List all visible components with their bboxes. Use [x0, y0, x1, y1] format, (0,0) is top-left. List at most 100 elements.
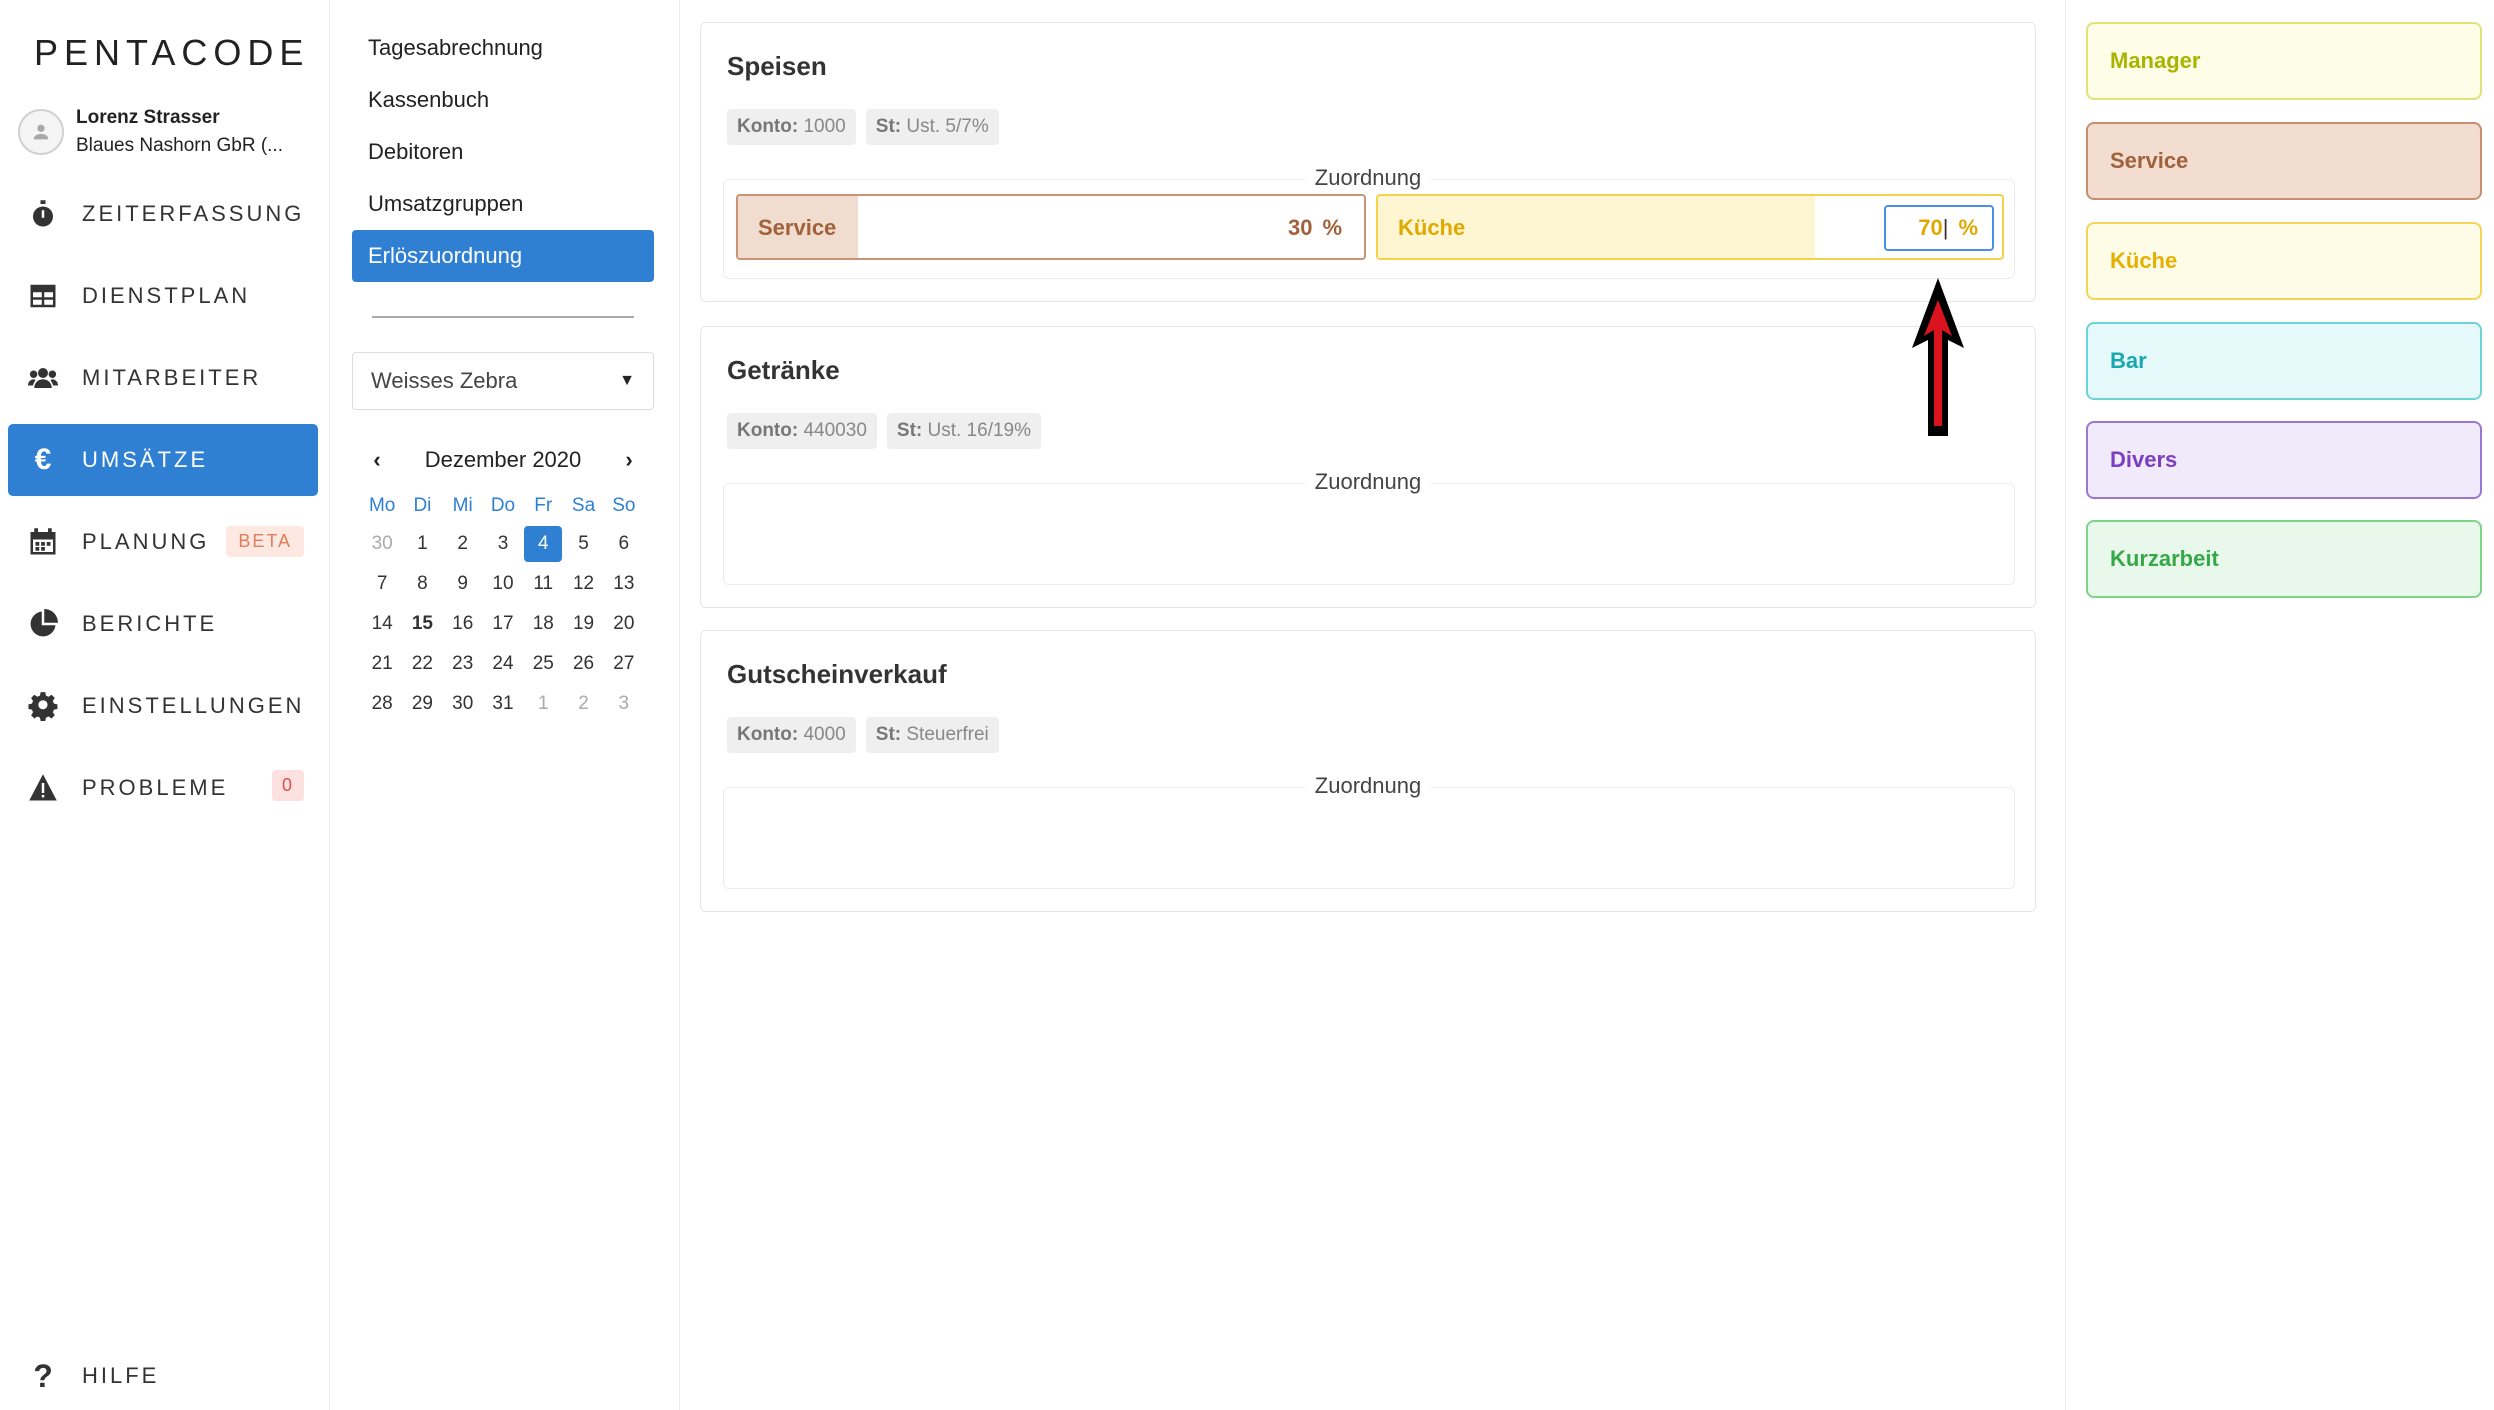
weekday-header: Mi [452, 495, 473, 516]
question-icon: ? [33, 1357, 53, 1394]
allocation-area[interactable] [723, 787, 2015, 889]
calendar-day[interactable]: 3 [483, 524, 523, 564]
subnav-item-erloeszuordnung[interactable]: Erlöszuordnung [352, 230, 654, 282]
calendar-day[interactable]: 17 [483, 604, 523, 644]
calendar-day[interactable]: 3 [604, 684, 644, 724]
subnav-item-umsatzgruppen[interactable]: Umsatzgruppen [352, 178, 654, 230]
revenue-group-card-speisen: Speisen Konto: 1000 St: Ust. 5/7% Servic… [700, 22, 2036, 302]
calendar-day[interactable]: 9 [443, 564, 483, 604]
group-chip-manager[interactable]: Manager [2086, 22, 2482, 100]
main-navigation: PENTACODE Lorenz Strasser Blaues Nashorn… [0, 0, 330, 1410]
calendar-day[interactable]: 24 [483, 644, 523, 684]
nav-item-einstellungen[interactable]: EINSTELLUNGEN [8, 670, 318, 742]
pentacode-logo[interactable]: PENTACODE [34, 32, 309, 74]
calendar-day[interactable]: 11 [523, 564, 563, 604]
allocation-kueche[interactable]: Küche 70|% [1376, 194, 2004, 260]
group-chip-service[interactable]: Service [2086, 122, 2482, 200]
nav-item-label: HILFE [82, 1363, 160, 1388]
calendar-day[interactable]: 16 [443, 604, 483, 644]
date-picker: ‹ Dezember 2020 › Mo Di Mi Do Fr Sa So 30 1 2 3 4 5… [362, 440, 644, 724]
chevron-down-icon: ▼ [619, 372, 635, 389]
nav-item-planung[interactable]: PLANUNG BETA [8, 506, 318, 578]
konto-tag: Konto: 4000 [727, 717, 856, 753]
calendar-day[interactable]: 1 [523, 684, 563, 724]
calendar-day[interactable]: 10 [483, 564, 523, 604]
table-icon [26, 279, 60, 313]
calendar-day[interactable]: 2 [563, 684, 603, 724]
allocation-area[interactable] [723, 483, 2015, 585]
calendar-day[interactable]: 30 [362, 524, 402, 564]
calendar-day[interactable]: 31 [483, 684, 523, 724]
nav-item-zeiterfassung[interactable]: ZEITERFASSUNG [8, 178, 318, 250]
beta-badge: BETA [226, 526, 304, 557]
user-company: Blaues Nashorn GbR (... [76, 135, 283, 156]
nav-item-label: MITARBEITER [82, 365, 262, 390]
weekday-header: Sa [571, 495, 596, 516]
restaurant-select[interactable]: Weisses Zebra ▼ [352, 352, 654, 410]
warning-icon [26, 771, 60, 805]
revenue-group-card-getraenke: Getränke Konto: 440030 St: Ust. 16/19% Z… [700, 326, 2036, 608]
calendar-day[interactable]: 29 [402, 684, 442, 724]
calendar-day[interactable]: 7 [362, 564, 402, 604]
calendar-icon [26, 525, 60, 559]
calendar-day[interactable]: 25 [523, 644, 563, 684]
allocation-percent-input[interactable]: 70|% [1884, 205, 1994, 251]
group-chip-kurzarbeit[interactable]: Kurzarbeit [2086, 520, 2482, 598]
avatar-icon [18, 109, 64, 155]
calendar-day[interactable]: 14 [362, 604, 402, 644]
weekday-header: So [612, 495, 636, 516]
tax-tag: St: Ust. 16/19% [886, 413, 1041, 449]
calendar-day[interactable]: 4 [523, 524, 563, 564]
calendar-day[interactable]: 1 [402, 524, 442, 564]
subnav-item-tagesabrechnung[interactable]: Tagesabrechnung [352, 22, 654, 74]
calendar-day[interactable]: 6 [604, 524, 644, 564]
calendar-day[interactable]: 30 [443, 684, 483, 724]
weekday-header: Fr [534, 495, 553, 516]
group-chip-kueche[interactable]: Küche [2086, 222, 2482, 300]
calendar-day[interactable]: 27 [604, 644, 644, 684]
nav-item-dienstplan[interactable]: DIENSTPLAN [8, 260, 318, 332]
calendar-day[interactable]: 2 [443, 524, 483, 564]
user-profile[interactable]: Lorenz Strasser Blaues Nashorn GbR (... [18, 104, 283, 160]
nav-item-hilfe[interactable]: ? HILFE [8, 1340, 318, 1410]
calendar-day[interactable]: 19 [563, 604, 603, 644]
card-title: Getränke [727, 355, 840, 385]
calendar-day[interactable]: 22 [402, 644, 442, 684]
calendar-day[interactable]: 15 [402, 604, 442, 644]
calendar-day[interactable]: 18 [523, 604, 563, 644]
calendar-day[interactable]: 13 [604, 564, 644, 604]
users-icon [26, 361, 60, 395]
restaurant-select-value: Weisses Zebra [371, 368, 518, 393]
calendar-day[interactable]: 26 [563, 644, 603, 684]
calendar-day[interactable]: 21 [362, 644, 402, 684]
gear-icon [26, 689, 60, 723]
subnav-item-kassenbuch[interactable]: Kassenbuch [352, 74, 654, 126]
calendar-day[interactable]: 28 [362, 684, 402, 724]
calendar-day[interactable]: 8 [402, 564, 442, 604]
group-chip-bar[interactable]: Bar [2086, 322, 2482, 400]
weekday-header: Di [413, 495, 432, 516]
calendar-day[interactable]: 20 [604, 604, 644, 644]
chevron-left-icon[interactable]: ‹ [362, 447, 392, 473]
pie-chart-icon [26, 607, 60, 641]
allocation-service[interactable]: Service 30% [736, 194, 1366, 260]
allocation-value[interactable]: 30% [1288, 196, 1342, 258]
calendar-day[interactable]: 23 [443, 644, 483, 684]
calendar-day[interactable]: 5 [563, 524, 603, 564]
subnav-item-debitoren[interactable]: Debitoren [352, 126, 654, 178]
group-chip-divers[interactable]: Divers [2086, 421, 2482, 499]
nav-item-umsaetze[interactable]: € UMSÄTZE [8, 424, 318, 496]
chevron-right-icon[interactable]: › [614, 447, 644, 473]
tax-tag: St: Steuerfrei [865, 717, 999, 753]
nav-item-label: DIENSTPLAN [82, 283, 251, 308]
card-title: Gutscheinverkauf [727, 659, 947, 689]
nav-item-probleme[interactable]: PROBLEME 0 [8, 752, 318, 824]
zuordnung-label: Zuordnung [701, 773, 2035, 799]
euro-icon: € [34, 443, 52, 476]
calendar-day[interactable]: 12 [563, 564, 603, 604]
weekday-header: Do [490, 495, 516, 516]
sub-navigation: Tagesabrechnung Kassenbuch Debitoren Ums… [330, 0, 680, 1410]
nav-item-label: PROBLEME [82, 775, 229, 800]
nav-item-mitarbeiter[interactable]: MITARBEITER [8, 342, 318, 414]
nav-item-berichte[interactable]: BERICHTE [8, 588, 318, 660]
